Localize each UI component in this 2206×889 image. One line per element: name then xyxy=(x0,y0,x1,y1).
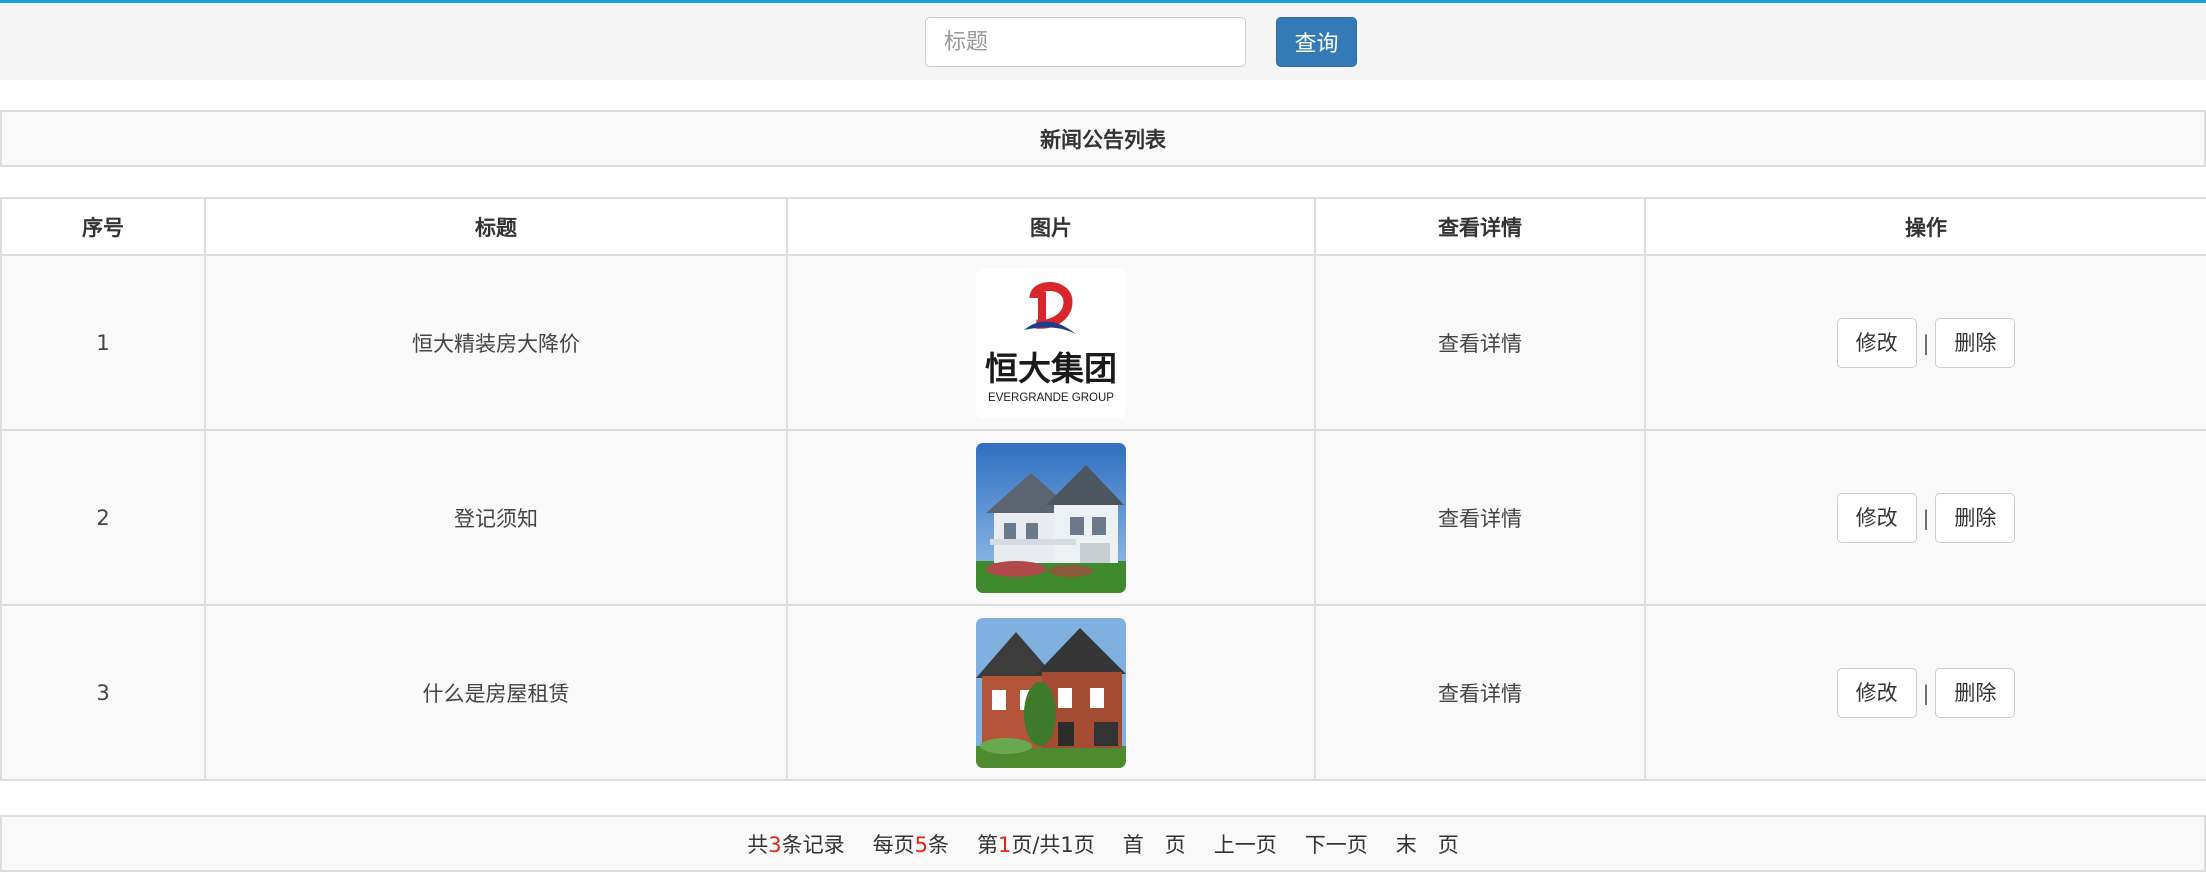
header-index: 序号 xyxy=(0,197,206,256)
logo-chinese-text: 恒大集团 xyxy=(985,349,1117,388)
delete-button[interactable]: 删除 xyxy=(1935,492,2016,543)
row-detail: 查看详情 xyxy=(1314,429,1646,606)
row-actions: 修改 | 删除 xyxy=(1644,254,2206,431)
brick-house-image xyxy=(976,617,1126,768)
per-page-suffix: 条 xyxy=(927,832,949,857)
total-suffix: 条记录 xyxy=(781,832,845,857)
table-header-row: 序号 标题 图片 查看详情 操作 xyxy=(0,197,2206,256)
page-status: 第1页/共1页 xyxy=(977,829,1095,859)
prev-page-link[interactable]: 上一页 xyxy=(1214,829,1277,859)
header-title: 标题 xyxy=(204,197,788,256)
row-detail: 查看详情 xyxy=(1314,254,1646,431)
row-index: 3 xyxy=(0,604,206,781)
list-title: 新闻公告列表 xyxy=(1040,127,1166,152)
news-table: 序号 标题 图片 查看详情 操作 1 恒大精装房大降价 恒大集团 EVERGRA… xyxy=(0,197,2206,781)
header-image: 图片 xyxy=(786,197,1316,256)
pagination-bar: 共3条记录 每页5条 第1页/共1页 首 页 上一页 下一页 末 页 xyxy=(0,815,2206,872)
table-row: 2 登记须知 查看详情 修改 | 删除 xyxy=(0,429,2206,606)
row-image-cell xyxy=(786,429,1316,606)
header-detail: 查看详情 xyxy=(1314,197,1646,256)
total-count: 3 xyxy=(768,832,782,857)
row-actions: 修改 | 删除 xyxy=(1644,429,2206,606)
row-detail: 查看详情 xyxy=(1314,604,1646,781)
evergrande-logo-image: 恒大集团 EVERGRANDE GROUP xyxy=(976,267,1126,418)
row-title: 什么是房屋租赁 xyxy=(204,604,788,781)
search-button[interactable]: 查询 xyxy=(1276,17,1357,67)
table-row: 3 什么是房屋租赁 查看详情 修改 | 删除 xyxy=(0,604,2206,781)
list-title-box: 新闻公告列表 xyxy=(0,110,2206,167)
row-index: 1 xyxy=(0,254,206,431)
title-search-input[interactable] xyxy=(925,17,1246,67)
edit-button[interactable]: 修改 xyxy=(1836,667,1917,718)
page-suffix: 页/共1页 xyxy=(1011,832,1095,857)
current-page: 1 xyxy=(997,832,1012,857)
view-detail-link[interactable]: 查看详情 xyxy=(1438,507,1522,531)
row-title: 登记须知 xyxy=(204,429,788,606)
per-page-count: 5 xyxy=(914,832,928,857)
row-index: 2 xyxy=(0,429,206,606)
delete-button[interactable]: 删除 xyxy=(1935,667,2016,718)
row-title: 恒大精装房大降价 xyxy=(204,254,788,431)
per-page-prefix: 每页 xyxy=(872,832,915,857)
action-separator: | xyxy=(1922,680,1930,705)
view-detail-link[interactable]: 查看详情 xyxy=(1438,332,1522,356)
last-page-link[interactable]: 末 页 xyxy=(1396,829,1459,859)
first-page-link[interactable]: 首 页 xyxy=(1123,829,1186,859)
white-house-image xyxy=(976,442,1126,593)
action-separator: | xyxy=(1922,330,1930,355)
page-prefix: 第 xyxy=(976,832,998,857)
total-prefix: 共 xyxy=(747,832,769,857)
edit-button[interactable]: 修改 xyxy=(1836,317,1917,368)
header-actions: 操作 xyxy=(1644,197,2206,256)
action-separator: | xyxy=(1922,505,1930,530)
next-page-link[interactable]: 下一页 xyxy=(1305,829,1368,859)
delete-button[interactable]: 删除 xyxy=(1935,317,2016,368)
view-detail-link[interactable]: 查看详情 xyxy=(1438,682,1522,706)
per-page: 每页5条 xyxy=(873,829,949,859)
table-row: 1 恒大精装房大降价 恒大集团 EVERGRANDE GROUP 查看详情 修改… xyxy=(0,254,2206,431)
row-actions: 修改 | 删除 xyxy=(1644,604,2206,781)
search-bar: 查询 xyxy=(0,3,2206,80)
logo-english-text: EVERGRANDE GROUP xyxy=(988,392,1114,404)
edit-button[interactable]: 修改 xyxy=(1836,492,1917,543)
row-image-cell xyxy=(786,604,1316,781)
total-records: 共3条记录 xyxy=(747,829,844,859)
row-image-cell: 恒大集团 EVERGRANDE GROUP xyxy=(786,254,1316,431)
